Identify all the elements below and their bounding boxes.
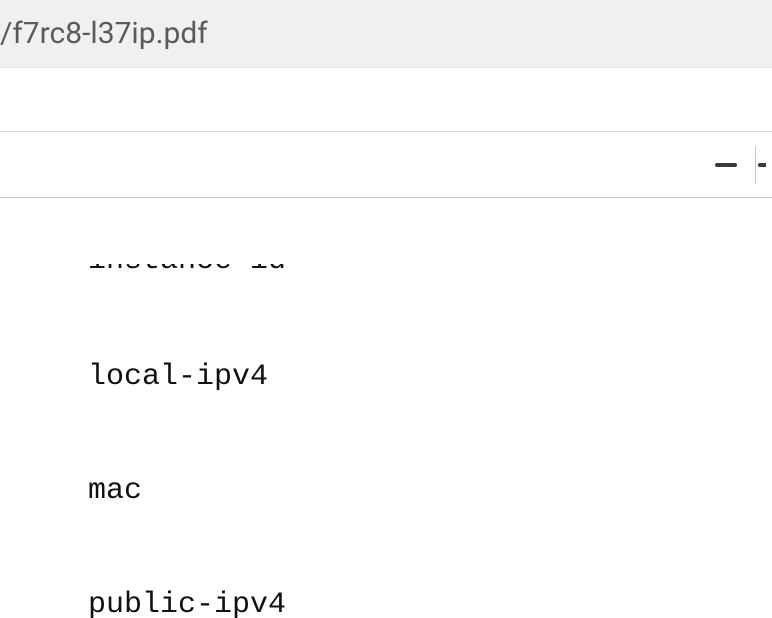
tab-title: /f7rc8-l37ip.pdf — [0, 16, 208, 51]
plus-icon — [758, 154, 766, 176]
tab-bar: /f7rc8-l37ip.pdf — [0, 0, 772, 68]
minus-icon — [715, 163, 737, 167]
code-line: public-ipv4 — [88, 586, 772, 618]
address-toolbar-area — [0, 68, 772, 132]
code-line: mac — [88, 472, 772, 510]
code-line: local-ipv4 — [88, 358, 772, 396]
toolbar-divider — [755, 146, 756, 184]
partial-line-top: instance-id — [88, 264, 772, 282]
pdf-content: instance-id local-ipv4 mac public-ipv4 u… — [0, 188, 772, 618]
